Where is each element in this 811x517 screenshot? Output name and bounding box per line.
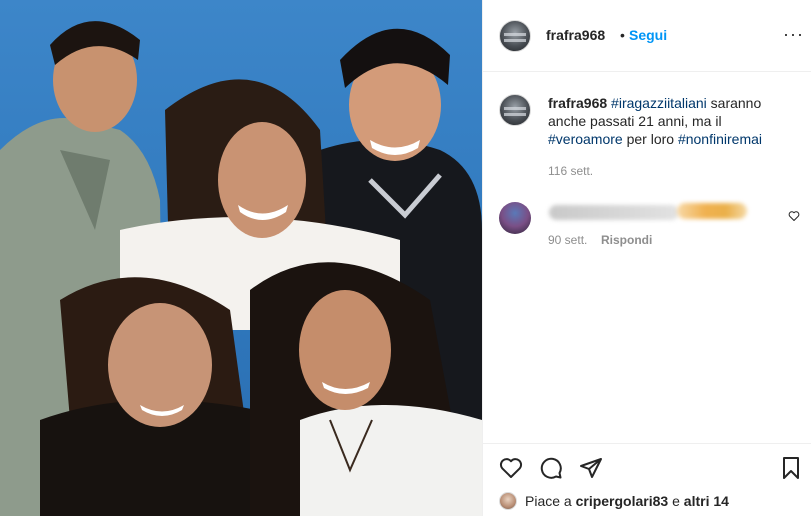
header-separator: • [620,27,625,43]
comment-timestamp[interactable]: 90 sett. [548,233,587,247]
hashtag-link[interactable]: #iragazziitaliani [611,95,707,111]
share-icon[interactable] [579,456,603,480]
comment-like-icon[interactable] [788,210,800,222]
author-avatar[interactable] [499,20,531,52]
follow-button[interactable]: Segui [629,27,667,43]
commenter-avatar[interactable] [499,202,531,234]
comment-icon[interactable] [539,456,563,480]
author-username[interactable]: frafra968 [546,27,605,43]
photo-group-of-five-men [0,21,482,516]
caption-text-part: per loro [622,131,678,147]
hashtag-link[interactable]: #nonfiniremai [678,131,762,147]
caption-timestamp[interactable]: 116 sett. [548,164,593,178]
reply-button[interactable]: Rispondi [601,233,652,247]
more-icon[interactable]: ··· [783,24,804,45]
heart-icon[interactable] [499,456,523,480]
caption-text: frafra968 #iragazziitaliani saranno anch… [548,94,798,148]
bookmark-icon[interactable] [779,456,803,480]
post-side-panel: frafra968 • Segui ··· frafra968 #iragazz… [482,0,811,516]
likes-middle: e [668,493,684,509]
caption-username[interactable]: frafra968 [548,95,607,111]
post-actions: Piace a cripergolari83 e altri 14 [483,443,811,517]
post-photo[interactable] [0,0,482,516]
likes-text: Piace a cripergolari83 e altri 14 [525,493,729,509]
blurred-comment-username [549,205,679,220]
likes-prefix: Piace a [525,493,576,509]
post-header: frafra968 • Segui ··· [483,0,811,72]
post-dialog: frafra968 • Segui ··· frafra968 #iragazz… [0,0,811,516]
liker-username[interactable]: cripergolari83 [576,493,669,509]
hashtag-link[interactable]: #veroamore [548,131,623,147]
likes-others[interactable]: altri 14 [684,493,729,509]
liker-avatar[interactable] [499,492,517,510]
caption-avatar[interactable] [499,94,531,126]
blurred-comment-emoji [677,203,747,219]
